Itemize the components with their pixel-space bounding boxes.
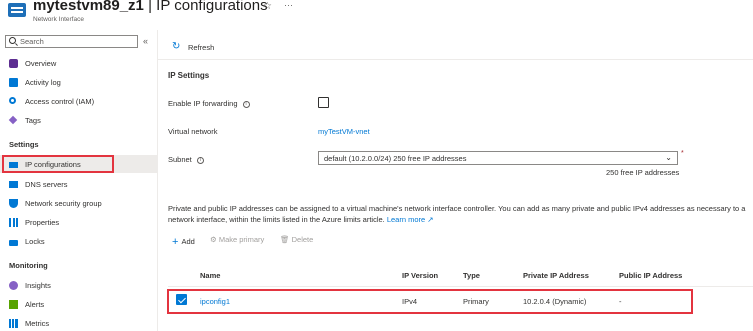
sidebar-item-tags[interactable]: Tags: [0, 111, 157, 129]
sidebar-item-iam[interactable]: Access control (IAM): [0, 92, 157, 110]
column-header-name[interactable]: Name: [200, 271, 220, 280]
subnet-free-ip-hint: 250 free IP addresses: [606, 168, 680, 177]
add-label: Add: [181, 237, 195, 246]
tag-icon: [8, 115, 18, 125]
sidebar: Search « Overview Activity log Access co…: [0, 30, 157, 331]
page-name: IP configurations: [156, 0, 268, 14]
toolbar-divider: [158, 59, 753, 60]
page-title: mytestvm89_z1 | IP configurations: [33, 0, 268, 14]
trash-icon: 🗑: [280, 235, 290, 244]
sidebar-item-alerts[interactable]: Alerts: [0, 295, 157, 313]
chevron-down-icon: ⌄: [665, 153, 672, 162]
virtual-network-link[interactable]: myTestVM-vnet: [318, 127, 370, 136]
ipconfig-name-link[interactable]: ipconfig1: [200, 297, 230, 306]
column-header-ip-version[interactable]: IP Version: [402, 271, 438, 280]
column-header-private-ip[interactable]: Private IP Address: [523, 271, 589, 280]
public-ip-cell: -: [619, 297, 622, 306]
sidebar-item-label: Alerts: [25, 300, 45, 309]
column-header-type[interactable]: Type: [463, 271, 480, 280]
blade-header: mytestvm89_z1 | IP configurations Networ…: [0, 0, 753, 28]
table-header-divider: [168, 286, 753, 287]
column-header-public-ip[interactable]: Public IP Address: [619, 271, 682, 280]
delete-label: Delete: [291, 235, 314, 244]
search-placeholder: Search: [20, 37, 44, 46]
subnet-label-row: Subnet i: [168, 155, 204, 164]
sidebar-item-properties[interactable]: Properties: [0, 213, 157, 231]
sidebar-divider: [157, 30, 158, 331]
title-separator: |: [148, 0, 152, 14]
favorite-star-icon[interactable]: ☆: [263, 1, 272, 12]
sidebar-item-label: Access control (IAM): [25, 97, 95, 106]
settings-section-header: Settings: [9, 140, 39, 149]
dns-icon: [9, 181, 18, 188]
required-marker: *: [681, 150, 684, 157]
ip-forwarding-checkbox[interactable]: [318, 97, 329, 108]
virtual-network-label: Virtual network: [168, 127, 218, 136]
sidebar-item-label: Network security group: [25, 199, 102, 208]
private-ip-cell: 10.2.0.4 (Dynamic): [523, 297, 587, 306]
collapse-sidebar-icon[interactable]: «: [143, 36, 148, 46]
sidebar-item-label: IP configurations: [25, 160, 81, 169]
sidebar-item-ip-configurations[interactable]: IP configurations: [0, 155, 157, 173]
sidebar-item-dns-servers[interactable]: DNS servers: [0, 175, 157, 193]
alerts-icon: [9, 300, 18, 309]
sidebar-item-overview[interactable]: Overview: [0, 54, 157, 72]
learn-more-link[interactable]: Learn more ↗: [387, 215, 434, 224]
ip-settings-heading: IP Settings: [168, 71, 210, 80]
subnet-label: Subnet: [168, 155, 192, 164]
delete-button[interactable]: 🗑 Delete: [280, 235, 313, 244]
sidebar-item-label: Activity log: [25, 78, 61, 87]
sidebar-item-label: DNS servers: [25, 180, 68, 189]
monitoring-section-header: Monitoring: [9, 261, 48, 270]
sidebar-item-activity-log[interactable]: Activity log: [0, 73, 157, 91]
sidebar-item-network-security-group[interactable]: Network security group: [0, 194, 157, 212]
iam-icon: [9, 97, 16, 104]
make-primary-button[interactable]: ⚙ Make primary: [210, 235, 264, 244]
shield-icon: [9, 199, 18, 208]
sidebar-item-label: Overview: [25, 59, 57, 68]
info-icon[interactable]: i: [196, 156, 204, 164]
make-primary-label: Make primary: [218, 235, 265, 244]
lock-icon: [9, 240, 18, 246]
sidebar-item-label: Tags: [25, 116, 41, 125]
info-icon[interactable]: i: [242, 100, 250, 108]
sidebar-item-label: Metrics: [25, 319, 50, 328]
sidebar-item-label: Locks: [25, 237, 45, 246]
resource-type: Network Interface: [33, 16, 84, 23]
subnet-selected-value: default (10.2.0.0/24) 250 free IP addres…: [324, 154, 467, 163]
ip-version-cell: IPv4: [402, 297, 418, 306]
search-input[interactable]: Search: [5, 35, 138, 48]
network-interface-icon: [8, 3, 26, 17]
description-text: Private and public IP addresses can be a…: [168, 204, 746, 224]
plus-icon: +: [172, 236, 179, 248]
resource-name: mytestvm89_z1: [33, 0, 144, 14]
type-cell: Primary: [463, 297, 489, 306]
sidebar-item-metrics[interactable]: Metrics: [0, 314, 157, 331]
sidebar-item-locks[interactable]: Locks: [0, 232, 157, 250]
refresh-icon: ↻: [172, 41, 181, 52]
ip-config-icon: [9, 162, 18, 168]
properties-icon: [9, 218, 18, 227]
ip-forwarding-label-row: Enable IP forwarding i: [168, 99, 250, 108]
sidebar-item-label: Insights: [25, 281, 51, 290]
sidebar-item-insights[interactable]: Insights: [0, 276, 157, 294]
search-icon: [9, 37, 16, 44]
insights-icon: [9, 281, 18, 290]
table-row[interactable]: [167, 289, 693, 314]
ip-forwarding-label: Enable IP forwarding: [168, 99, 238, 108]
subnet-dropdown[interactable]: default (10.2.0.0/24) 250 free IP addres…: [318, 151, 678, 165]
refresh-label: Refresh: [188, 43, 215, 52]
ip-description: Private and public IP addresses can be a…: [168, 203, 748, 225]
add-button[interactable]: + Add: [172, 235, 195, 248]
overview-icon: [9, 59, 18, 68]
row-checkbox[interactable]: [176, 294, 187, 305]
make-primary-icon: ⚙: [210, 235, 217, 244]
more-options-icon[interactable]: ···: [284, 0, 293, 10]
sidebar-item-label: Properties: [25, 218, 60, 227]
metrics-icon: [9, 319, 18, 328]
activity-log-icon: [9, 78, 18, 87]
